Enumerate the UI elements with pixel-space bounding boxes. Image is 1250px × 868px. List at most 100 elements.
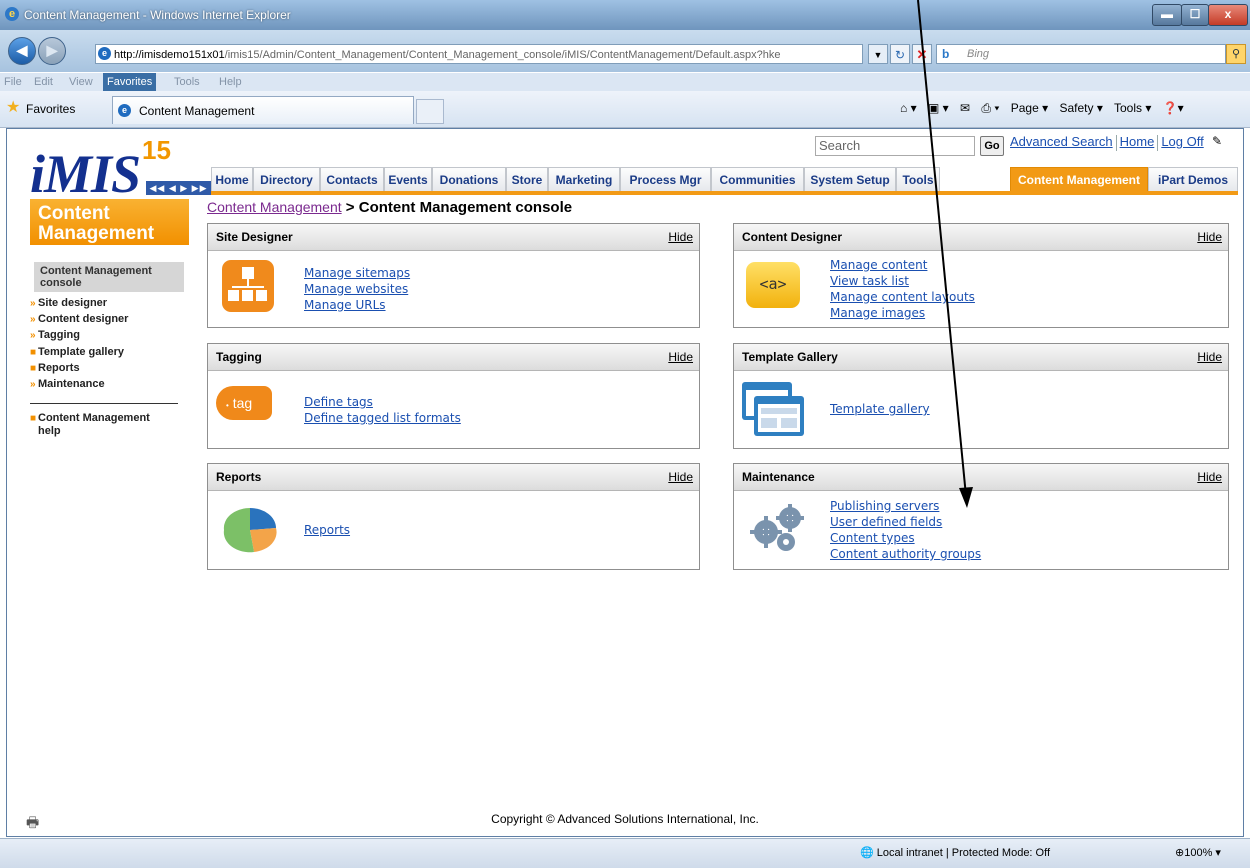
panel-header: Template Gallery Hide bbox=[734, 344, 1228, 371]
search-go-icon[interactable]: ⚲ bbox=[1226, 44, 1246, 64]
maximize-button[interactable]: ☐ bbox=[1181, 4, 1209, 26]
leftnav-site-designer[interactable]: » Site designer bbox=[30, 297, 107, 309]
forward-button[interactable]: ▶ bbox=[38, 37, 66, 65]
leftnav-help-line2: help bbox=[38, 425, 61, 437]
menu-view[interactable]: View bbox=[69, 76, 93, 88]
hide-link[interactable]: Hide bbox=[668, 224, 693, 250]
help-icon[interactable]: ❓▾ bbox=[1163, 101, 1184, 115]
feeds-icon[interactable]: ▣ ▾ bbox=[928, 101, 949, 115]
header-links: Advanced Search Home Log Off bbox=[1010, 134, 1204, 151]
link-view-task-list[interactable]: View task list bbox=[830, 273, 975, 289]
tab-content-management[interactable]: Content Management bbox=[1010, 167, 1148, 191]
minimize-button[interactable]: ▬ bbox=[1152, 4, 1182, 26]
refresh-icon[interactable]: ↻ bbox=[890, 44, 910, 64]
leftnav-template-gallery[interactable]: ■ Template gallery bbox=[30, 346, 124, 358]
tab-marketing[interactable]: Marketing bbox=[548, 167, 620, 191]
page-menu[interactable]: Page ▾ bbox=[1011, 101, 1048, 115]
home-icon[interactable]: ⌂ ▾ bbox=[900, 101, 917, 115]
log-off-link[interactable]: Log Off bbox=[1161, 134, 1203, 149]
home-link[interactable]: Home bbox=[1120, 134, 1155, 149]
search-provider-input[interactable]: Bing bbox=[936, 44, 1226, 64]
link-manage-sitemaps[interactable]: Manage sitemaps bbox=[304, 265, 410, 281]
panel-maintenance: Maintenance Hide Publishing servers User … bbox=[733, 463, 1229, 570]
link-content-types[interactable]: Content types bbox=[830, 530, 981, 546]
leftnav-tagging[interactable]: » Tagging bbox=[30, 329, 80, 341]
url-host: http://imisdemo151x01 bbox=[114, 49, 225, 61]
search-go-button[interactable]: Go bbox=[980, 136, 1004, 156]
favorites-button[interactable]: Favorites bbox=[4, 99, 75, 119]
ie-icon: e bbox=[5, 7, 19, 21]
link-define-tagged-list-formats[interactable]: Define tagged list formats bbox=[304, 410, 461, 426]
tab-contacts[interactable]: Contacts bbox=[320, 167, 384, 191]
new-tab-button[interactable] bbox=[416, 99, 444, 124]
breadcrumb-current: Content Management console bbox=[358, 199, 573, 216]
tag-icon: • tag bbox=[216, 386, 272, 420]
panel-content-designer: Content Designer Hide <a> Manage content … bbox=[733, 223, 1229, 328]
link-define-tags[interactable]: Define tags bbox=[304, 394, 461, 410]
leftnav-reports[interactable]: ■ Reports bbox=[30, 362, 80, 374]
edit-page-icon[interactable]: ✎ bbox=[1212, 134, 1222, 148]
link-reports[interactable]: Reports bbox=[304, 522, 350, 538]
menu-help[interactable]: Help bbox=[219, 76, 242, 88]
tab-tools[interactable]: Tools bbox=[896, 167, 940, 191]
tab-communities[interactable]: Communities bbox=[711, 167, 804, 191]
hide-link[interactable]: Hide bbox=[1197, 344, 1222, 370]
link-manage-urls[interactable]: Manage URLs bbox=[304, 297, 410, 313]
leftnav-current[interactable]: Content Management console bbox=[34, 262, 184, 292]
advanced-search-link[interactable]: Advanced Search bbox=[1010, 134, 1113, 149]
hide-link[interactable]: Hide bbox=[668, 464, 693, 490]
link-publishing-servers[interactable]: Publishing servers bbox=[830, 498, 981, 514]
tab-home[interactable]: Home bbox=[211, 167, 253, 191]
tab-events[interactable]: Events bbox=[384, 167, 432, 191]
link-user-defined-fields[interactable]: User defined fields bbox=[830, 514, 981, 530]
leftnav-content-designer[interactable]: » Content designer bbox=[30, 313, 128, 325]
hide-link[interactable]: Hide bbox=[1197, 224, 1222, 250]
tag-icon-text: tag bbox=[232, 395, 253, 411]
link-content-authority-groups[interactable]: Content authority groups bbox=[830, 546, 981, 562]
pie-chart-icon bbox=[223, 507, 277, 553]
leftnav-help[interactable]: ■ Content Management help bbox=[30, 412, 150, 437]
bing-logo-icon: b bbox=[942, 47, 950, 61]
address-dropdown-icon[interactable]: ▼ bbox=[868, 44, 888, 64]
tab-process-mgr[interactable]: Process Mgr bbox=[620, 167, 711, 191]
tab-store[interactable]: Store bbox=[506, 167, 548, 191]
address-bar[interactable]: http://imisdemo151x01/imis15/Admin/Conte… bbox=[95, 44, 863, 64]
leftnav-label: Site designer bbox=[38, 297, 108, 309]
link-manage-content-layouts[interactable]: Manage content layouts bbox=[830, 289, 975, 305]
tab-system-setup[interactable]: System Setup bbox=[804, 167, 896, 191]
tab-scroll-buttons[interactable]: ◀◀ ◀ ▶ ▶▶ bbox=[146, 181, 211, 195]
menu-tools[interactable]: Tools bbox=[174, 76, 200, 88]
leftnav-maintenance[interactable]: » Maintenance bbox=[30, 378, 105, 390]
stop-icon[interactable]: ✕ bbox=[912, 44, 932, 64]
zoom-control[interactable]: ⊕100% ▾ bbox=[1175, 846, 1221, 859]
panel-title: Tagging bbox=[216, 350, 262, 364]
link-manage-content[interactable]: Manage content bbox=[830, 257, 975, 273]
page-icon: e bbox=[98, 47, 111, 60]
breadcrumb-parent[interactable]: Content Management bbox=[207, 199, 342, 215]
tab-donations[interactable]: Donations bbox=[432, 167, 506, 191]
link-template-gallery[interactable]: Template gallery bbox=[830, 401, 930, 417]
hide-link[interactable]: Hide bbox=[1197, 464, 1222, 490]
mail-icon[interactable]: ✉ bbox=[960, 101, 970, 115]
tab-directory[interactable]: Directory bbox=[253, 167, 320, 191]
site-search-input[interactable]: Search bbox=[815, 136, 975, 156]
hide-link[interactable]: Hide bbox=[668, 344, 693, 370]
menu-edit[interactable]: Edit bbox=[34, 76, 53, 88]
panel-tagging: Tagging Hide • tag Define tags Define tag… bbox=[207, 343, 700, 449]
tools-menu[interactable]: Tools ▾ bbox=[1114, 101, 1151, 115]
menu-favorites[interactable]: Favorites bbox=[103, 73, 157, 91]
imis-logo[interactable]: iMIS bbox=[30, 143, 141, 205]
copyright: Copyright © Advanced Solutions Internati… bbox=[491, 812, 759, 826]
tab-ipart-demos[interactable]: iPart Demos bbox=[1148, 167, 1238, 191]
security-zone[interactable]: 🌐 Local intranet | Protected Mode: Off bbox=[860, 846, 1050, 859]
menu-file[interactable]: File bbox=[4, 76, 22, 88]
link-manage-websites[interactable]: Manage websites bbox=[304, 281, 410, 297]
leftnav-divider bbox=[30, 403, 178, 404]
safety-menu[interactable]: Safety ▾ bbox=[1059, 101, 1102, 115]
browser-tab[interactable]: Content Management bbox=[112, 96, 414, 124]
zone-label: Local intranet | Protected Mode: Off bbox=[876, 847, 1051, 859]
print-icon[interactable]: ⎙ ▾ bbox=[981, 101, 999, 115]
close-button[interactable]: x bbox=[1208, 4, 1248, 26]
back-button[interactable]: ◀ bbox=[8, 37, 36, 65]
link-manage-images[interactable]: Manage images bbox=[830, 305, 975, 321]
